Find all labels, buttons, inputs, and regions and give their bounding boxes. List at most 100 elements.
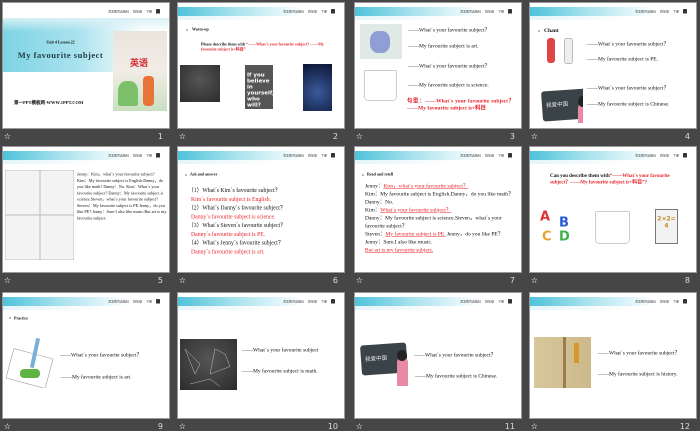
publisher-logo-icon: [508, 9, 512, 14]
slide-header: 河北教育出版社 四年级 下册: [460, 299, 512, 304]
slide-header: 河北教育出版社 四年级 下册: [635, 153, 687, 158]
answer-text: Kim´s favourite subject is English.: [191, 196, 272, 203]
slide-transition-star-icon[interactable]: ✫: [4, 422, 11, 431]
bullet-icon: [538, 30, 540, 32]
slide-number: 4: [684, 132, 690, 141]
slide-thumbnail-2[interactable]: 河北教育出版社 四年级 下册 Warm-up Please describe them …: [177, 2, 345, 129]
slide-number: 6: [332, 276, 338, 285]
grade-label: 四年级: [307, 10, 317, 14]
dialogue-line: Danny：No.: [103, 184, 126, 189]
term-label: 下册: [497, 154, 504, 158]
dialogue-question: ——What´s your favourite subject？: [408, 63, 491, 69]
slide-number: 9: [157, 422, 163, 431]
dialogue-question: ——What´s your favourite subject？: [414, 352, 497, 358]
slide-number: 3: [509, 132, 515, 141]
slide-header: 河北教育出版社 四年级 下册: [283, 299, 335, 304]
section-heading: Chant: [544, 27, 559, 34]
book-title: 英语: [130, 58, 148, 69]
retell-tail: Jenny，do you like PE？: [445, 231, 504, 237]
slide-header: 河北教育出版社 四年级 下册: [635, 299, 687, 304]
slide-transition-star-icon[interactable]: ✫: [4, 276, 11, 285]
slide-transition-star-icon[interactable]: ✫: [356, 422, 363, 431]
poster-text: If you believe in yourself, who will?: [247, 71, 273, 109]
slide-thumbnail-5[interactable]: 河北教育出版社 四年级 下册 Jenny：Kim，what´s your favour…: [2, 146, 170, 273]
slide-transition-star-icon[interactable]: ✫: [356, 132, 363, 141]
slide-content: 河北教育出版社 四年级 下册 Practice ——What´s your favour…: [3, 293, 169, 418]
slide-thumbnail-12[interactable]: 河北教育出版社 四年级 下册 ——What´s your favourite subj…: [529, 292, 697, 419]
slide-thumbnail-7[interactable]: 河北教育出版社 四年级 下册 Read and retell Jenny：Kim，wha…: [354, 146, 522, 273]
publisher-label: 河北教育出版社: [282, 10, 304, 14]
grade-label: 四年级: [307, 154, 317, 158]
retell-blank-answer: My favourite subject is PE.: [385, 231, 446, 237]
slide-transition-star-icon[interactable]: ✫: [4, 132, 11, 141]
painting-brush-image: [5, 338, 55, 388]
grade-label: 四年级: [132, 154, 142, 158]
slide-thumbnail-1[interactable]: 河北教育出版社 四年级 下册 Unit 4 Lesson 22 My favourite…: [2, 2, 170, 129]
retell-speaker: Kim：: [365, 207, 381, 213]
dialogue-question: ——What´s your favourite subject？: [408, 27, 491, 33]
header-band-shadow: [530, 306, 696, 310]
night-sky-image: [303, 64, 332, 111]
section-heading: Read and retell: [367, 172, 394, 177]
slide-header: 河北教育出版社 四年级 下册: [108, 299, 160, 304]
slide-transition-star-icon[interactable]: ✫: [531, 132, 538, 141]
slide-number: 1: [157, 132, 163, 141]
slide-transition-star-icon[interactable]: ✫: [179, 422, 186, 431]
slide-content: 河北教育出版社 四年级 下册 ——What´s your favourite subj…: [530, 293, 696, 418]
term-label: 下册: [672, 154, 679, 158]
retell-blank-answer: But art is my favourite subject.: [365, 247, 434, 253]
slide-transition-star-icon[interactable]: ✫: [531, 422, 538, 431]
publisher-logo-icon: [156, 9, 160, 14]
slide-header: 河北教育出版社 四年级 下册: [460, 153, 512, 158]
dialogue-question: ——What´s your favourite subject: [242, 347, 319, 353]
warmup-prompt: Please describe them with “——What´s your…: [201, 42, 336, 52]
grade-label: 四年级: [659, 154, 669, 158]
retell-line: Danny：My favourite subject is science.St…: [365, 214, 515, 230]
slide-thumbnail-4[interactable]: 河北教育出版社 四年级 下册 Chant ——What´s your favourite…: [529, 2, 697, 129]
slide-transition-star-icon[interactable]: ✫: [356, 276, 363, 285]
retell-speaker: Danny：No.: [365, 199, 394, 205]
publisher-label: 河北教育出版社: [459, 10, 481, 14]
slide-transition-star-icon[interactable]: ✫: [179, 276, 186, 285]
dialogue-answer: ——My favourite subject is art.: [408, 43, 479, 49]
header-band-shadow: [178, 16, 344, 20]
publisher-label: 河北教育出版社: [634, 154, 656, 158]
slide-header: 河北教育出版社 四年级 下册: [108, 9, 160, 14]
slide-thumbnail-6[interactable]: 河北教育出版社 四年级 下册 Ask and answer （1）What´s Kim´…: [177, 146, 345, 273]
motivational-poster-image: If you believe in yourself, who will?: [245, 65, 273, 109]
publisher-label: 河北教育出版社: [107, 10, 129, 14]
slide-thumbnail-10[interactable]: 河北教育出版社 四年级 下册 ——What´s your favourite subj…: [177, 292, 345, 419]
header-band-shadow: [355, 16, 521, 20]
answer-text: Danny´s favourite subject is PE.: [191, 231, 266, 238]
prompt-text: Please describe them with: [201, 42, 246, 47]
grade-label: 四年级: [132, 10, 142, 14]
term-label: 下册: [145, 154, 152, 158]
retell-speaker: Jenny：Sure.I also like music.: [365, 239, 433, 245]
ancient-painting-image: [534, 337, 591, 388]
slide-content: 河北教育出版社 四年级 下册 Chant ——What´s your favourite…: [530, 3, 696, 128]
comic-strip-image: [5, 170, 74, 260]
retell-speaker: Steven：: [365, 231, 386, 237]
term-label: 下册: [145, 10, 152, 14]
sentence-pattern: 句型：——What´s your favourite subject？——My …: [407, 98, 514, 111]
publisher-label: 河北教育出版社: [459, 154, 481, 158]
dialogue-answer: ——My favourite subject is PE.: [587, 56, 659, 62]
chinese-teacher-image: 我爱中国: [357, 337, 414, 388]
slide-number: 2: [332, 132, 338, 141]
slide-thumbnail-8[interactable]: 河北教育出版社 四年级 下册 Can you describe them with“—…: [529, 146, 697, 273]
retell-line: Jenny：Sure.I also like music.: [365, 238, 515, 246]
question-text: （2）What´s Danny´s favourite subject？: [188, 205, 286, 211]
slide-header: 河北教育出版社 四年级 下册: [635, 9, 687, 14]
slide-transition-star-icon[interactable]: ✫: [531, 276, 538, 285]
term-label: 下册: [145, 300, 152, 304]
slide-content: 河北教育出版社 四年级 下册 Ask and answer （1）What´s Kim´…: [178, 147, 344, 272]
slide-transition-star-icon[interactable]: ✫: [179, 132, 186, 141]
term-label: 下册: [672, 10, 679, 14]
slide-thumbnail-3[interactable]: 河北教育出版社 四年级 下册 ——What´s your favourite subj…: [354, 2, 522, 129]
dialogue-answer: ——My favourite subject is history.: [598, 371, 678, 377]
slide-thumbnail-9[interactable]: 河北教育出版社 四年级 下册 Practice ——What´s your favour…: [2, 292, 170, 419]
slide-thumbnail-11[interactable]: 河北教育出版社 四年级 下册我爱中国 ——What´s your favourite …: [354, 292, 522, 419]
header-band-shadow: [3, 160, 169, 164]
dialogue-text: Jenny：Kim，what´s your favourite subject?…: [77, 171, 167, 221]
dialogue-answer: ——My favourite subject is science.: [408, 82, 489, 88]
